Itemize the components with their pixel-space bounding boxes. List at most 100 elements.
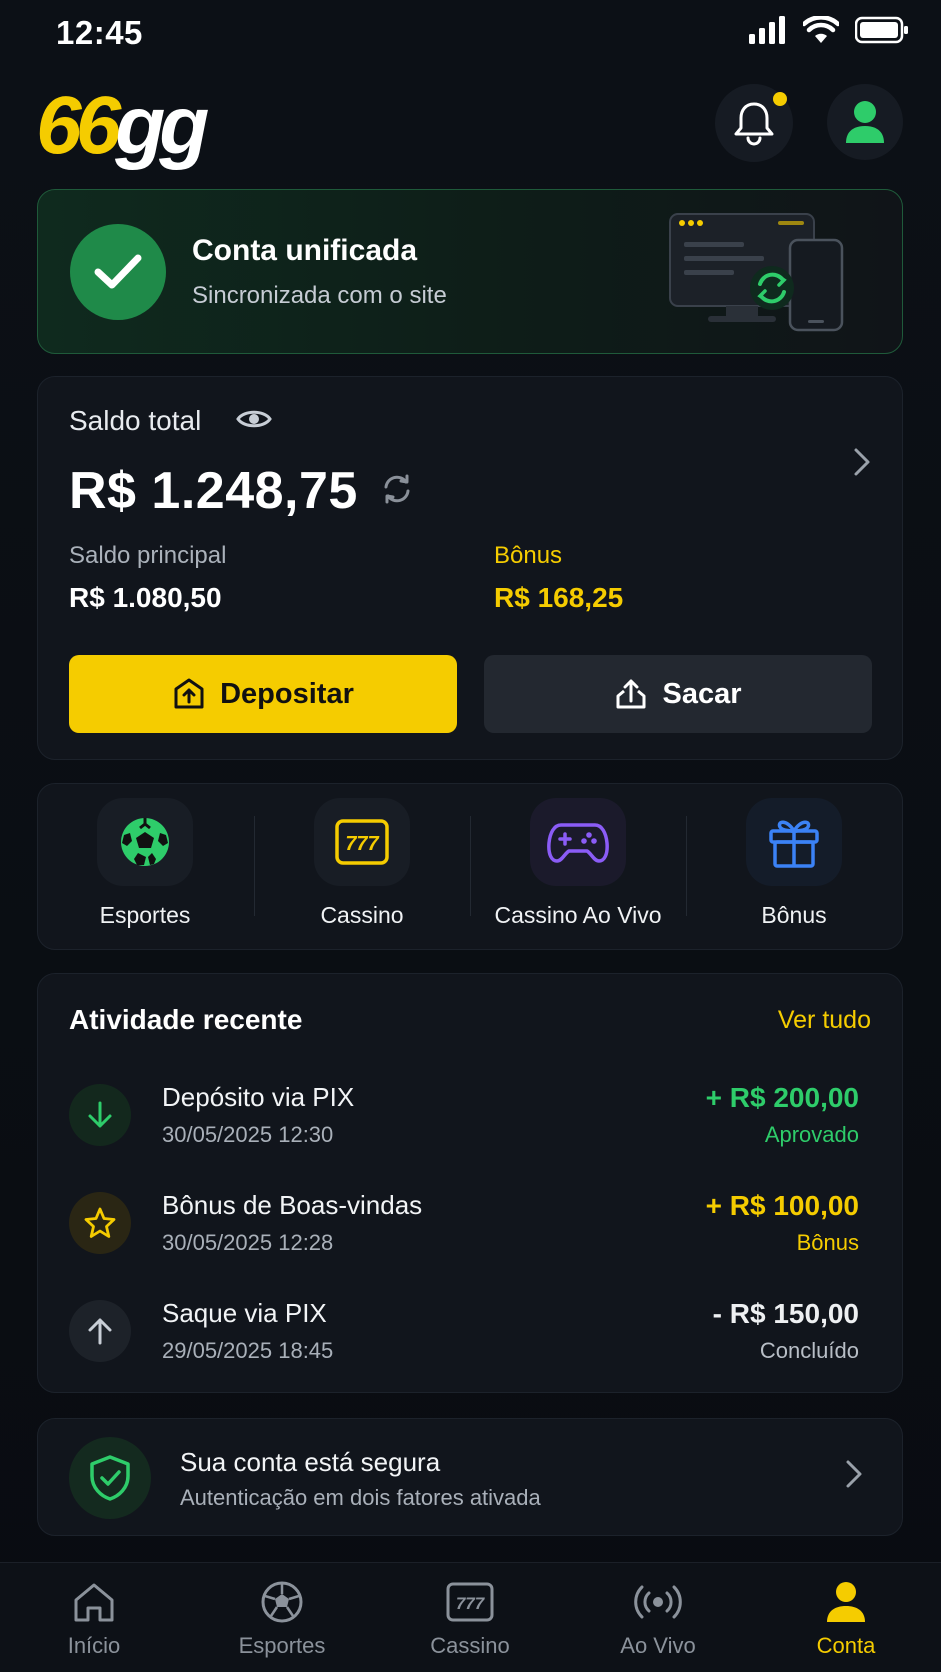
soccer-ball-icon <box>121 818 169 866</box>
bottom-navigation: Início Esportes 777 Cassino Ao Vivo Cont… <box>0 1562 941 1672</box>
signal-icon <box>749 16 785 44</box>
nav-label: Conta <box>816 1633 876 1658</box>
activity-name: Saque via PIX <box>162 1298 327 1328</box>
nav-label: Ao Vivo <box>620 1633 696 1658</box>
star-icon <box>84 1207 116 1238</box>
withdraw-icon <box>616 679 646 709</box>
activity-row[interactable]: Saque via PIX 29/05/2025 18:45 - R$ 150,… <box>38 1288 904 1378</box>
nav-item-conta[interactable]: Conta <box>752 1563 940 1672</box>
bonus-balance-label: Bônus <box>494 542 563 569</box>
nav-icon-wrap <box>633 1577 683 1627</box>
quick-icon-bg <box>746 798 842 886</box>
activity-date: 29/05/2025 18:45 <box>162 1338 334 1363</box>
status-bar: 12:45 <box>0 0 941 70</box>
wifi-icon <box>803 16 839 43</box>
unified-title: Conta unificada <box>192 234 418 267</box>
quick-link-cassino[interactable]: 777 Cassino <box>255 784 469 951</box>
activity-amount: + R$ 100,00 <box>705 1190 859 1221</box>
withdraw-label: Sacar <box>662 677 742 710</box>
slot-777-icon: 777 <box>335 819 389 865</box>
brand-logo[interactable]: 66gg <box>36 85 209 167</box>
activity-amount: - R$ 150,00 <box>712 1298 859 1329</box>
arrow-up-icon <box>88 1318 112 1345</box>
profile-button[interactable] <box>827 84 903 160</box>
quick-icon-bg: 777 <box>314 798 410 886</box>
slot-777-icon: 777 <box>446 1582 494 1622</box>
quick-link-label: Cassino Ao Vivo <box>494 902 662 928</box>
deposit-icon <box>174 678 204 709</box>
nav-item-inicio[interactable]: Início <box>0 1563 188 1672</box>
status-time: 12:45 <box>56 14 143 51</box>
refresh-icon[interactable] <box>381 473 413 505</box>
user-avatar-icon <box>846 101 884 143</box>
activity-amount: + R$ 200,00 <box>705 1082 859 1113</box>
nav-label: Início <box>67 1633 121 1658</box>
nav-icon-wrap: 777 <box>446 1577 494 1627</box>
deposit-button[interactable]: Depositar <box>69 655 457 733</box>
activity-date: 30/05/2025 12:28 <box>162 1230 334 1255</box>
live-broadcast-icon <box>634 1585 682 1619</box>
check-icon <box>94 254 142 289</box>
activity-status: Concluído <box>759 1338 859 1363</box>
nav-icon-wrap <box>825 1577 867 1627</box>
bonus-balance-value: R$ 168,25 <box>494 582 624 613</box>
app-screen: 12:45 66gg Conta unificada Sincronizada … <box>0 0 941 1672</box>
soccer-ball-icon <box>261 1581 303 1623</box>
home-icon <box>74 1583 114 1622</box>
activity-icon-bg <box>69 1300 131 1362</box>
main-balance-value: R$ 1.080,50 <box>69 582 222 613</box>
quick-link-label: Esportes <box>99 902 191 928</box>
chevron-right-icon <box>846 1460 862 1488</box>
deposit-label: Depositar <box>220 677 354 710</box>
user-icon <box>827 1582 865 1622</box>
app-header: 66gg <box>0 80 941 170</box>
gamepad-icon <box>547 823 609 863</box>
activity-name: Depósito via PIX <box>162 1082 355 1112</box>
balance-amount: R$ 1.248,75 <box>69 462 358 520</box>
check-badge <box>70 224 166 320</box>
gift-icon <box>769 820 819 868</box>
activity-name: Bônus de Boas-vindas <box>162 1190 423 1220</box>
nav-item-ao-vivo[interactable]: Ao Vivo <box>564 1563 752 1672</box>
quick-icon-bg <box>97 798 193 886</box>
balance-card: Saldo total R$ 1.248,75 Saldo principal … <box>37 376 903 760</box>
balance-label: Saldo total <box>69 405 202 436</box>
nav-label: Cassino <box>430 1633 510 1658</box>
nav-item-esportes[interactable]: Esportes <box>188 1563 376 1672</box>
activity-row[interactable]: Depósito via PIX 30/05/2025 12:30 + R$ 2… <box>38 1072 904 1162</box>
main-balance-label: Saldo principal <box>69 542 227 569</box>
shield-badge <box>69 1437 151 1519</box>
withdraw-button[interactable]: Sacar <box>484 655 872 733</box>
quick-links-card: Esportes 777 Cassino Cassino Ao Vivo Bôn… <box>37 783 903 950</box>
security-title: Sua conta está segura <box>180 1447 441 1477</box>
status-icons <box>749 16 909 44</box>
view-all-link[interactable]: Ver tudo <box>778 1006 871 1035</box>
chevron-right-icon[interactable] <box>852 447 872 477</box>
nav-icon-wrap <box>260 1577 304 1627</box>
quick-link-bonus[interactable]: Bônus <box>687 784 901 951</box>
quick-link-esportes[interactable]: Esportes <box>38 784 252 951</box>
shield-check-icon <box>90 1455 130 1501</box>
notifications-button[interactable] <box>715 84 793 162</box>
activity-date: 30/05/2025 12:30 <box>162 1122 334 1147</box>
arrow-down-icon <box>88 1101 112 1128</box>
nav-item-cassino[interactable]: 777 Cassino <box>376 1563 564 1672</box>
unified-subtitle: Sincronizada com o site <box>192 282 447 309</box>
quick-link-cassino-ao-vivo[interactable]: Cassino Ao Vivo <box>471 784 685 951</box>
battery-icon <box>855 16 908 44</box>
activity-icon-bg <box>69 1192 131 1254</box>
activity-title: Atividade recente <box>69 1004 303 1035</box>
recent-activity-card: Atividade recente Ver tudo Depósito via … <box>37 973 903 1393</box>
devices-sync-illustration <box>669 213 844 332</box>
quick-icon-bg <box>530 798 626 886</box>
svg-text:777: 777 <box>345 833 379 855</box>
activity-row[interactable]: Bônus de Boas-vindas 30/05/2025 12:28 + … <box>38 1180 904 1270</box>
activity-status: Bônus <box>796 1230 859 1255</box>
quick-link-label: Cassino <box>320 902 404 928</box>
logo-part-1: 66 <box>36 80 121 171</box>
nav-label: Esportes <box>238 1633 326 1658</box>
eye-icon[interactable] <box>236 407 272 431</box>
unified-account-card: Conta unificada Sincronizada com o site <box>37 189 903 354</box>
security-card[interactable]: Sua conta está segura Autenticação em do… <box>37 1418 903 1536</box>
logo-part-2: gg <box>115 80 209 171</box>
